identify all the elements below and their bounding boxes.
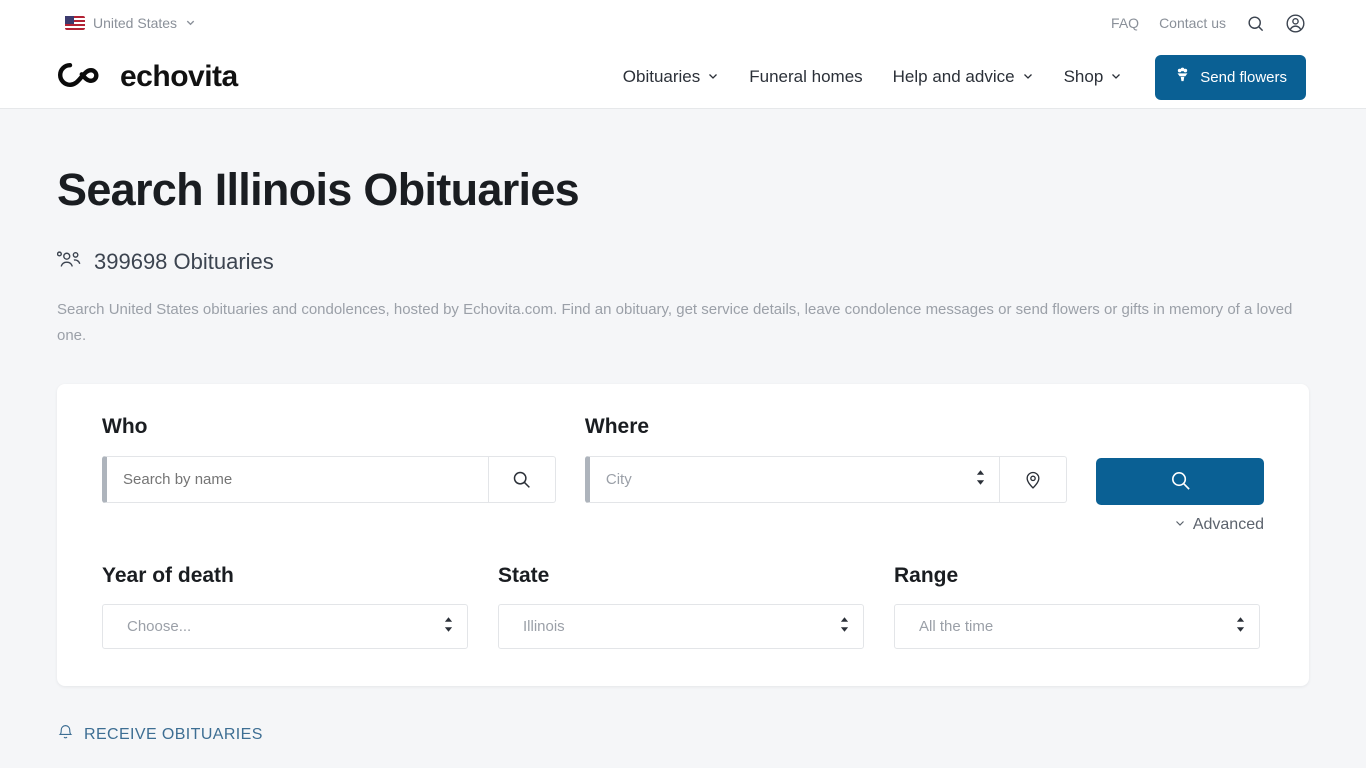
- send-flowers-label: Send flowers: [1200, 68, 1287, 86]
- advanced-toggle[interactable]: Advanced: [1096, 516, 1264, 534]
- year-of-death-label: Year of death: [102, 564, 234, 587]
- chevron-down-icon: [707, 67, 719, 87]
- receive-obituaries-link[interactable]: RECEIVE OBITUARIES: [57, 723, 1309, 746]
- search-submit-column: Advanced: [1096, 415, 1264, 534]
- bell-icon: [57, 723, 74, 746]
- year-of-death-select[interactable]: Choose...: [103, 605, 467, 648]
- chevron-down-icon: [1022, 67, 1034, 87]
- receive-obituaries-label: RECEIVE OBITUARIES: [84, 725, 263, 743]
- who-label: Who: [102, 415, 148, 438]
- send-flowers-button[interactable]: Send flowers: [1155, 54, 1306, 100]
- nav-label: Shop: [1063, 67, 1104, 86]
- search-icon[interactable]: [1246, 14, 1265, 33]
- name-search-icon[interactable]: [487, 457, 555, 502]
- nav-item-help-and-advice[interactable]: Help and advice: [893, 67, 1034, 87]
- search-submit-button[interactable]: [1096, 458, 1264, 505]
- main-navigation: echovita Obituaries Funeral homes Help a…: [0, 46, 1366, 109]
- range-group: Range All the time: [894, 564, 1260, 649]
- state-control: Illinois: [498, 604, 864, 649]
- obituary-count: 399698 Obituaries: [56, 249, 1309, 275]
- obituary-count-text: 399698 Obituaries: [94, 249, 274, 274]
- page-content: Search Illinois Obituaries 399698 Obitua…: [0, 164, 1366, 768]
- brand-logo[interactable]: echovita: [57, 60, 238, 94]
- state-group: State Illinois: [498, 564, 864, 649]
- state-label: State: [498, 564, 550, 587]
- nav-links: Obituaries Funeral homes Help and advice…: [623, 54, 1306, 100]
- search-primary-row: Who Where City: [102, 415, 1264, 534]
- contact-us-link[interactable]: Contact us: [1159, 15, 1226, 31]
- range-label: Range: [894, 564, 959, 587]
- who-input-group: [102, 456, 556, 503]
- utility-bar: United States FAQ Contact us: [0, 0, 1366, 46]
- utility-links: FAQ Contact us: [1111, 13, 1306, 34]
- nav-label: Obituaries: [622, 67, 701, 86]
- nav-item-obituaries[interactable]: Obituaries: [623, 67, 719, 87]
- search-name-input[interactable]: [107, 457, 488, 502]
- city-select[interactable]: City: [589, 457, 999, 502]
- where-field-group: Where City: [584, 415, 1067, 503]
- infinity-logo-icon: [57, 61, 109, 94]
- faq-link[interactable]: FAQ: [1111, 15, 1139, 31]
- where-label: Where: [584, 415, 650, 438]
- year-of-death-control: Choose...: [102, 604, 468, 649]
- search-advanced-row: Year of death Choose... State Illinois R…: [102, 564, 1264, 649]
- country-selector[interactable]: United States: [65, 15, 196, 31]
- who-field-group: Who: [102, 415, 556, 503]
- state-select[interactable]: Illinois: [499, 605, 863, 648]
- us-flag-icon: [65, 16, 85, 30]
- chevron-down-icon: [185, 15, 196, 31]
- nav-label: Help and advice: [892, 67, 1015, 86]
- brand-name: echovita: [120, 60, 238, 93]
- page-title: Search Illinois Obituaries: [57, 164, 580, 215]
- nav-label: Funeral homes: [749, 67, 863, 86]
- flower-bouquet-icon: [1174, 67, 1191, 88]
- year-of-death-group: Year of death Choose...: [102, 564, 468, 649]
- map-pin-icon[interactable]: [999, 457, 1066, 502]
- where-input-group: City: [584, 456, 1067, 503]
- search-icon: [1169, 469, 1192, 495]
- range-control: All the time: [894, 604, 1260, 649]
- range-select[interactable]: All the time: [895, 605, 1259, 648]
- nav-item-funeral-homes[interactable]: Funeral homes: [749, 67, 862, 87]
- chevron-down-icon: [1174, 516, 1186, 534]
- users-group-icon: [56, 249, 83, 275]
- chevron-down-icon: [1110, 67, 1122, 87]
- nav-item-shop[interactable]: Shop: [1064, 67, 1123, 87]
- user-circle-icon[interactable]: [1285, 13, 1306, 34]
- page-intro: Search United States obituaries and cond…: [57, 301, 1293, 344]
- country-label: United States: [93, 15, 178, 31]
- search-panel: Who Where City: [57, 384, 1309, 686]
- advanced-label: Advanced: [1192, 516, 1264, 533]
